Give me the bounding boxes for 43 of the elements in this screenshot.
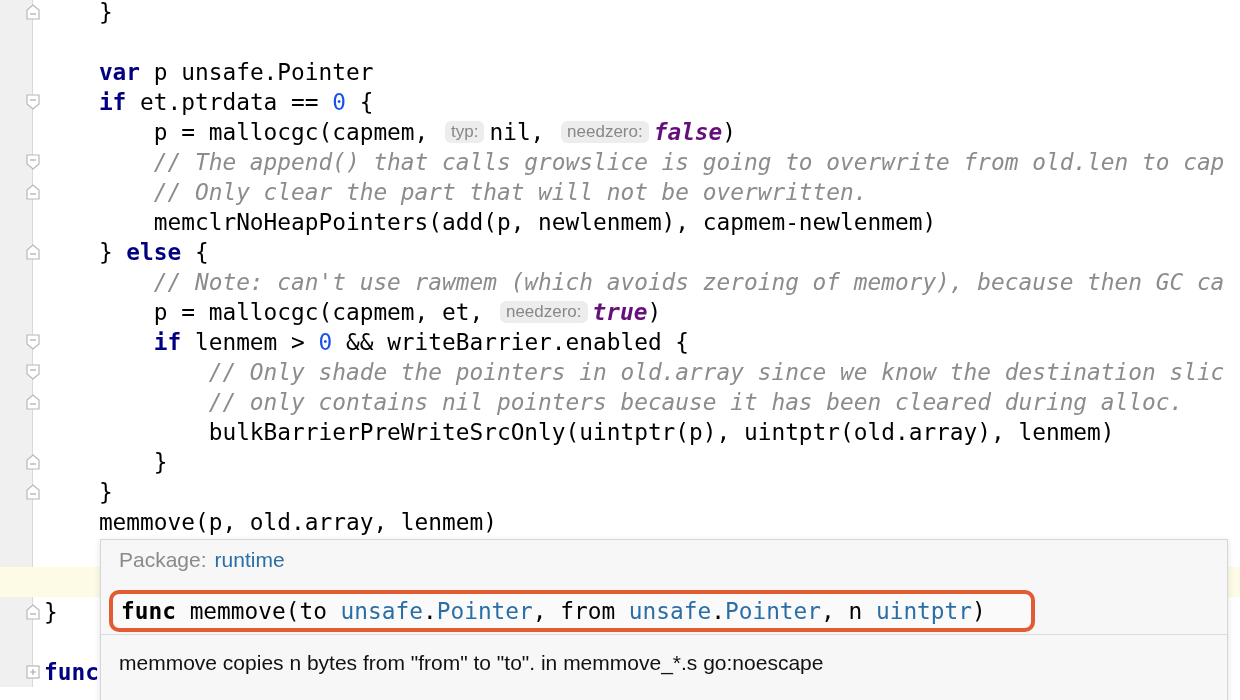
- code-line: }: [152, 449, 168, 475]
- fold-icon[interactable]: [26, 334, 40, 350]
- code-line: func: [44, 659, 99, 685]
- code-line: }: [97, 479, 113, 505]
- code-line: // only contains nil pointers because it has been cleared during alloc.: [207, 389, 1184, 415]
- code-line: if et.ptrdata == 0 {: [97, 89, 374, 115]
- fold-icon[interactable]: [26, 364, 40, 380]
- fold-icon[interactable]: [26, 154, 40, 170]
- code-line: var p unsafe.Pointer: [97, 59, 374, 85]
- package-label: Package:: [119, 548, 207, 573]
- code-line: // The append() that calls growslice is going to overwrite from old.len to cap: [152, 149, 1225, 175]
- code-line: }: [97, 0, 113, 25]
- code-line: // Only clear the part that will not be overwritten.: [152, 179, 868, 205]
- code-line: }: [44, 599, 58, 625]
- code-text: nil,: [489, 119, 546, 145]
- function-signature: func memmove(to unsafe.Pointer, from unsafe.Pointer, n uintptr): [109, 590, 1035, 632]
- inlay-hint: typ:: [445, 121, 485, 143]
- code-line: // Note: can't use rawmem (which avoids zeroing of memory), because then GC ca: [152, 269, 1225, 295]
- fold-icon[interactable]: [26, 244, 40, 260]
- fold-icon[interactable]: [26, 4, 40, 20]
- code-text: false: [653, 119, 723, 145]
- fold-icon[interactable]: [26, 484, 40, 500]
- code-text: p = mallocgc(capmem, et,: [152, 299, 485, 325]
- fold-icon[interactable]: [26, 94, 40, 110]
- expand-icon[interactable]: [26, 665, 40, 679]
- code-line: bulkBarrierPreWriteSrcOnly(uintptr(p), uintptr(old.array), lenmem): [207, 419, 1115, 445]
- fold-icon[interactable]: [26, 454, 40, 470]
- fold-icon[interactable]: [26, 184, 40, 200]
- function-description: memmove copies n bytes from "from" to "to". in memmove_*.s go:noescape: [118, 650, 825, 677]
- code-line: if lenmem > 0 && writeBarrier.enabled {: [152, 329, 690, 355]
- package-link[interactable]: runtime: [214, 548, 285, 576]
- code-text: true: [592, 299, 648, 325]
- code-text: p = mallocgc(capmem,: [152, 119, 430, 145]
- inlay-hint: needzero:: [499, 301, 588, 323]
- code-text: ): [722, 119, 737, 145]
- fold-icon[interactable]: [26, 604, 40, 620]
- code-line: // Only shade the pointers in old.array since we know the destination slic: [207, 359, 1225, 385]
- code-line: memclrNoHeapPointers(add(p, newlenmem), capmem-newlenmem): [152, 209, 937, 235]
- code-line: memmove(p, old.array, lenmem): [97, 509, 497, 535]
- inlay-hint: needzero:: [561, 121, 649, 143]
- fold-icon[interactable]: [26, 394, 40, 410]
- code-text: ): [647, 299, 662, 325]
- code-line: } else {: [97, 239, 209, 265]
